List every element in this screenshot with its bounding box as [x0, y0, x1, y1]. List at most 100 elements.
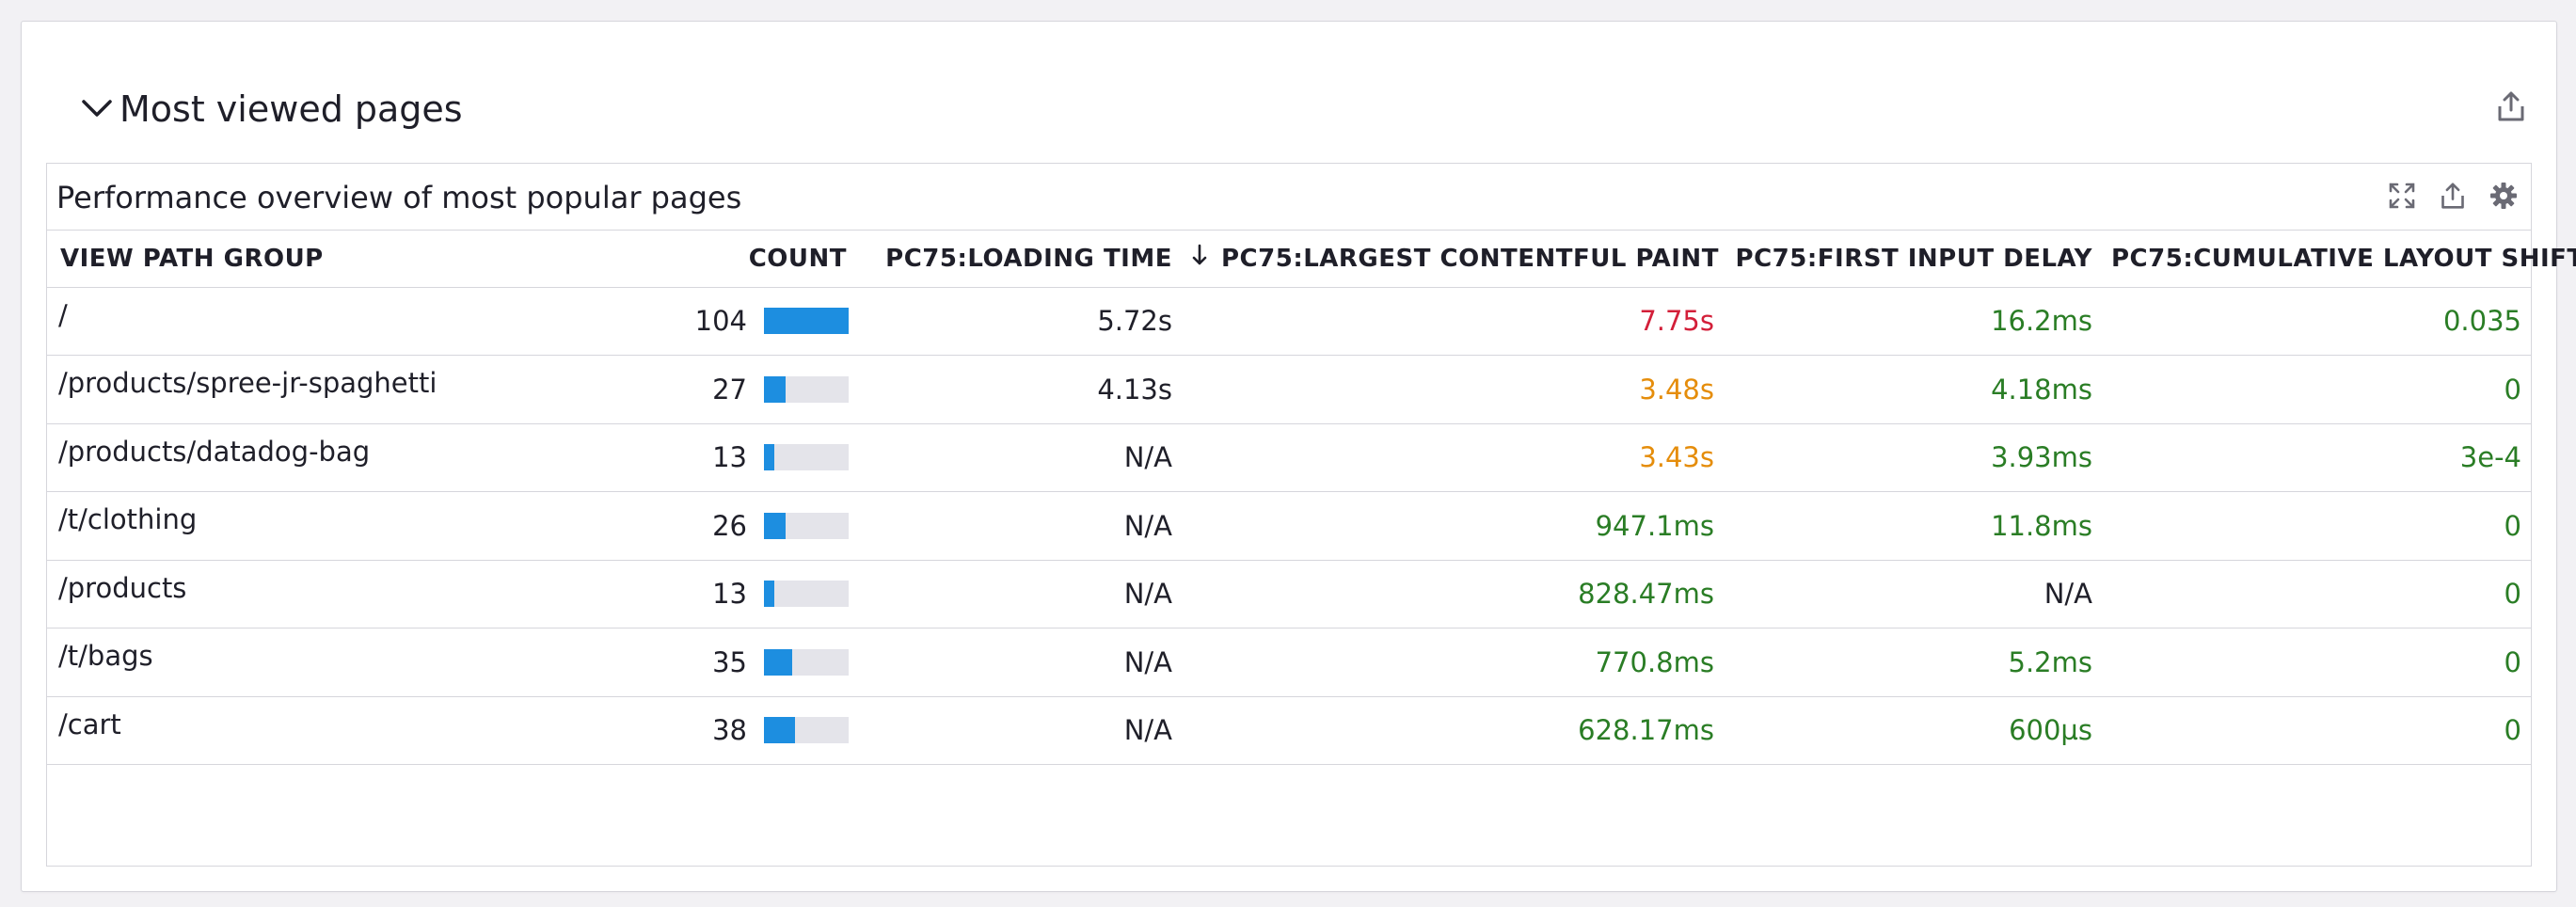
cell-lcp: 7.75s	[1182, 287, 1724, 356]
cell-loading-time: N/A	[856, 423, 1182, 492]
count-wrap: 35	[677, 646, 849, 678]
column-header-view-path-group[interactable]: VIEW PATH GROUP	[47, 231, 668, 288]
cell-count: 13	[668, 423, 856, 492]
table-row[interactable]: / 104 5.72s 7.75s 16.2ms 0.035	[47, 287, 2531, 356]
chevron-down-icon	[81, 98, 113, 122]
table-header-row: VIEW PATH GROUP COUNT PC75:LOADING TIME …	[47, 231, 2576, 288]
cell-view-path: /products/datadog-bag	[47, 423, 668, 492]
cell-loading-time: N/A	[856, 560, 1182, 629]
cell-view-path: /t/bags	[47, 628, 668, 697]
count-wrap: 26	[677, 510, 849, 542]
table-container: VIEW PATH GROUP COUNT PC75:LOADING TIME …	[47, 230, 2576, 765]
count-value: 13	[712, 441, 747, 474]
collapse-button[interactable]	[74, 88, 119, 133]
table-row[interactable]: /t/bags 35 N/A 770.8ms 5.2ms 0	[47, 628, 2531, 697]
table-row[interactable]: /t/clothing 26 N/A 947.1ms 11.8ms 0	[47, 491, 2531, 561]
table-body: / 104 5.72s 7.75s 16.2ms 0.035/products/spree…	[47, 287, 2531, 765]
count-bar-fill	[764, 375, 787, 403]
count-bar	[764, 717, 849, 744]
cell-view-path: /products/spree-jr-spaghetti	[47, 355, 668, 424]
count-bar	[764, 648, 849, 676]
cell-lcp: 628.17ms	[1182, 696, 1724, 765]
panel-header: Most viewed pages	[22, 22, 2556, 163]
cell-view-path: /t/clothing	[47, 491, 668, 561]
count-value: 26	[712, 509, 747, 542]
count-bar-fill	[764, 581, 775, 608]
count-bar	[764, 444, 849, 471]
count-wrap: 13	[677, 578, 849, 610]
cell-lcp: 3.43s	[1182, 423, 1724, 492]
panel-card: Most viewed pages Performance overview o…	[21, 21, 2576, 892]
panel-title: Most viewed pages	[119, 88, 463, 130]
table-row[interactable]: /products 13 N/A 828.47ms N/A 0	[47, 560, 2531, 629]
count-wrap: 27	[677, 374, 849, 406]
cell-cls: 0	[2102, 628, 2531, 697]
count-bar	[764, 581, 849, 608]
cell-view-path: /products	[47, 560, 668, 629]
share-button[interactable]	[2490, 88, 2532, 129]
count-bar-fill	[764, 308, 849, 335]
cell-loading-time: N/A	[856, 696, 1182, 765]
count-bar-fill	[764, 444, 775, 471]
cell-fid: 4.18ms	[1724, 355, 2102, 424]
cell-cls: 0	[2102, 355, 2531, 424]
cell-fid: N/A	[1724, 560, 2102, 629]
cell-view-path: /cart	[47, 696, 668, 765]
cell-cls: 0	[2102, 491, 2531, 561]
count-bar	[764, 375, 849, 403]
cell-loading-time: N/A	[856, 491, 1182, 561]
count-value: 35	[712, 645, 747, 678]
column-header-loading-time[interactable]: PC75:LOADING TIME	[856, 231, 1182, 288]
column-header-fid[interactable]: PC75:FIRST INPUT DELAY	[1724, 231, 2102, 288]
count-value: 104	[694, 305, 747, 338]
cell-count: 26	[668, 491, 856, 561]
cell-view-path: /	[47, 287, 668, 356]
cell-count: 27	[668, 355, 856, 424]
count-bar	[764, 308, 849, 335]
cell-fid: 3.93ms	[1724, 423, 2102, 492]
gear-icon	[2489, 182, 2518, 214]
export-button[interactable]	[2435, 181, 2471, 215]
widget-toolbar	[2384, 181, 2521, 215]
cell-fid: 11.8ms	[1724, 491, 2102, 561]
cell-lcp: 828.47ms	[1182, 560, 1724, 629]
pages-table: VIEW PATH GROUP COUNT PC75:LOADING TIME …	[47, 231, 2576, 765]
cell-cls: 0	[2102, 696, 2531, 765]
settings-button[interactable]	[2486, 181, 2521, 215]
cell-lcp: 947.1ms	[1182, 491, 1724, 561]
count-bar	[764, 512, 849, 539]
column-header-lcp[interactable]: PC75:LARGEST CONTENTFUL PAINT	[1182, 231, 1724, 288]
cell-count: 35	[668, 628, 856, 697]
column-header-cls[interactable]: PC75:CUMULATIVE LAYOUT SHIFT	[2102, 231, 2576, 288]
export-icon	[2440, 182, 2466, 214]
cell-loading-time: 5.72s	[856, 287, 1182, 356]
cell-lcp: 3.48s	[1182, 355, 1724, 424]
table-row[interactable]: /products/datadog-bag 13 N/A 3.43s 3.93ms 3e-…	[47, 423, 2531, 492]
cell-cls: 0	[2102, 560, 2531, 629]
share-icon	[2496, 90, 2526, 126]
cell-fid: 5.2ms	[1724, 628, 2102, 697]
column-header-lcp-label: PC75:LARGEST CONTENTFUL PAINT	[1221, 245, 1719, 274]
expand-icon	[2388, 182, 2416, 214]
cell-count: 13	[668, 560, 856, 629]
count-value: 38	[712, 714, 747, 747]
fullscreen-button[interactable]	[2384, 181, 2420, 215]
count-bar-fill	[764, 512, 786, 539]
table-row[interactable]: /cart 38 N/A 628.17ms 600µs 0	[47, 696, 2531, 765]
count-value: 13	[712, 578, 747, 611]
cell-cls: 0.035	[2102, 287, 2531, 356]
cell-count: 38	[668, 696, 856, 765]
cell-loading-time: 4.13s	[856, 355, 1182, 424]
count-wrap: 13	[677, 441, 849, 473]
widget-title: Performance overview of most popular pag…	[56, 180, 742, 215]
cell-lcp: 770.8ms	[1182, 628, 1724, 697]
count-bar-fill	[764, 648, 793, 676]
cell-count: 104	[668, 287, 856, 356]
table-row[interactable]: /products/spree-jr-spaghetti 27 4.13s 3.48s…	[47, 355, 2531, 424]
sort-descending-icon	[1191, 244, 1208, 273]
column-header-count[interactable]: COUNT	[668, 231, 856, 288]
count-wrap: 104	[677, 305, 849, 337]
count-bar-fill	[764, 717, 795, 744]
count-wrap: 38	[677, 714, 849, 746]
cell-fid: 16.2ms	[1724, 287, 2102, 356]
